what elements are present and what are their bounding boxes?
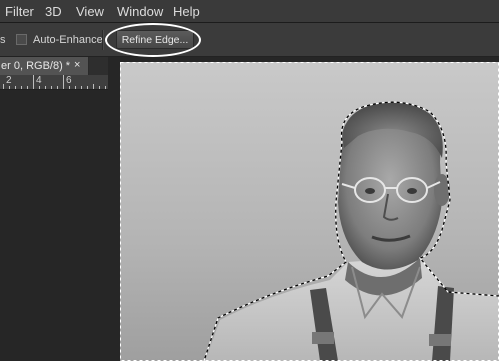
- eye-right: [407, 188, 417, 194]
- options-separator: [102, 30, 104, 50]
- eye-left: [365, 188, 375, 194]
- ruler-label: 4: [36, 75, 42, 86]
- menu-window[interactable]: Window: [117, 4, 163, 19]
- photo-canvas[interactable]: [120, 62, 499, 361]
- auto-enhance-label[interactable]: Auto-Enhance: [33, 34, 103, 46]
- menu-view[interactable]: View: [76, 4, 104, 19]
- menu-filter[interactable]: Filter: [5, 4, 34, 19]
- auto-enhance-checkbox[interactable]: [16, 34, 27, 45]
- document-tab-title: er 0, RGB/8) *: [1, 60, 71, 72]
- ruler-ticks: [3, 75, 106, 89]
- highlight-oval-annotation: [105, 23, 201, 57]
- menu-help[interactable]: Help: [173, 4, 200, 19]
- close-icon[interactable]: ×: [74, 59, 80, 71]
- options-bar: s Auto-Enhance Refine Edge...: [0, 23, 499, 57]
- menu-3d[interactable]: 3D: [45, 4, 62, 19]
- menu-bar: Filter 3D View Window Help: [0, 0, 499, 23]
- document-tab[interactable]: er 0, RGB/8) * ×: [0, 57, 89, 75]
- ruler-label: 2: [6, 75, 12, 86]
- ruler-label: 6: [66, 75, 72, 86]
- suspender-buckle-right: [429, 334, 451, 346]
- horizontal-ruler: 2 4 6: [0, 75, 108, 90]
- suspender-buckle-left: [312, 332, 334, 344]
- clipped-option-label: s: [0, 34, 6, 46]
